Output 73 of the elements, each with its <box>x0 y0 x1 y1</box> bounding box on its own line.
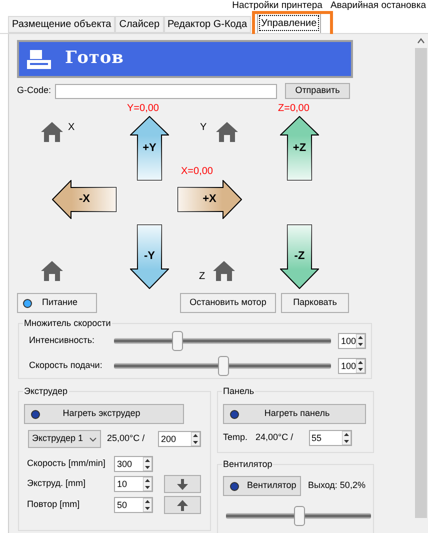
jog-arrow-button[interactable]: -Z <box>280 224 319 289</box>
slider-label: Скорость подачи: <box>28 359 104 372</box>
spin-arrows-icon <box>143 457 152 471</box>
axis-label: X <box>68 121 75 135</box>
home-button[interactable] <box>216 122 238 142</box>
fan-button[interactable]: Вентилятор <box>223 476 301 496</box>
field-label: Повтор [mm] <box>26 498 81 512</box>
temperature-reading: 25,00°C / <box>107 432 146 446</box>
number-field[interactable]: 55 <box>308 430 352 446</box>
spin-arrows-icon <box>342 431 351 445</box>
number-field[interactable]: 10 <box>114 476 153 492</box>
home-button[interactable] <box>213 261 235 281</box>
menu-item[interactable]: Аварийная остановка <box>330 0 426 12</box>
action-button[interactable]: Остановить мотор <box>180 293 276 313</box>
spin-arrows-icon <box>143 477 152 491</box>
spin-arrows-icon <box>356 359 366 373</box>
spin-arrows-icon <box>191 432 200 446</box>
jog-arrow-button[interactable]: +Y <box>130 116 169 181</box>
led-icon <box>230 482 239 490</box>
slider-thumb[interactable] <box>172 331 183 351</box>
group-title: Вентилятор <box>222 458 274 472</box>
jog-arrow-button[interactable]: -X <box>52 180 117 219</box>
gcode-input[interactable] <box>55 84 278 98</box>
slider-label: Интенсивность: <box>28 334 96 348</box>
scrollbar[interactable] <box>413 34 428 533</box>
field-label: Temp. <box>223 431 248 444</box>
led-icon <box>31 410 40 418</box>
extrude-button[interactable] <box>164 496 201 514</box>
scroll-up-icon <box>416 38 424 44</box>
field-label: Экструд. [mm] <box>26 477 86 490</box>
action-button[interactable]: Парковать <box>281 293 349 313</box>
position-readout: X=0,00 <box>181 165 213 179</box>
status-text: Готов <box>65 47 124 70</box>
extrude-button[interactable] <box>164 475 201 493</box>
led-icon <box>230 410 239 418</box>
temperature-reading: 24,00°C / <box>256 431 294 444</box>
down-arrow-icon <box>176 478 189 490</box>
jog-arrow-button[interactable]: +X <box>177 180 242 219</box>
slider-thumb[interactable] <box>294 506 304 526</box>
jog-arrow-button[interactable]: +Z <box>280 116 319 181</box>
jog-arrow-button[interactable]: -Y <box>130 224 169 289</box>
number-field[interactable]: 50 <box>114 497 153 513</box>
tab[interactable]: Редактор G-Кода <box>164 16 252 33</box>
group-title: Экструдер <box>23 385 68 398</box>
axis-label: Z <box>199 270 206 284</box>
home-button[interactable] <box>41 122 63 142</box>
caret-icon <box>89 436 97 442</box>
tab[interactable]: Управление <box>257 13 321 33</box>
extruder-select[interactable]: Экструдер 1 <box>28 430 101 448</box>
heat-bed-button[interactable]: Нагреть панель <box>223 404 366 424</box>
fan-output: Выход: 50,2% <box>308 479 366 492</box>
slider-thumb[interactable] <box>218 356 228 376</box>
power-button[interactable]: Питание <box>17 293 97 313</box>
axis-label: Y <box>200 121 207 135</box>
field-label: Скорость [mm/min] <box>26 457 106 470</box>
number-field[interactable]: 100 <box>338 358 366 374</box>
printer-icon <box>27 49 51 69</box>
menu-item[interactable]: Настройки принтера <box>232 0 322 12</box>
number-field[interactable]: 300 <box>114 456 153 472</box>
spin-arrows-icon <box>143 498 152 512</box>
up-arrow-icon <box>176 500 189 510</box>
heat-extruder-button[interactable]: Нагреть экструдер <box>24 404 184 424</box>
number-field[interactable]: 100 <box>338 333 366 349</box>
number-field[interactable]: 200 <box>158 431 201 447</box>
gcode-label: G-Code: <box>17 84 52 98</box>
home-button[interactable] <box>41 261 63 281</box>
tab[interactable]: Размещение объекта <box>8 16 116 33</box>
group-title: Множитель скорости <box>23 317 112 330</box>
spin-arrows-icon <box>356 334 366 348</box>
tab[interactable]: Слайсер <box>115 16 164 33</box>
position-readout: Y=0,00 <box>127 102 159 116</box>
send-button[interactable]: Отправить <box>285 83 350 99</box>
position-readout: Z=0,00 <box>278 102 310 116</box>
